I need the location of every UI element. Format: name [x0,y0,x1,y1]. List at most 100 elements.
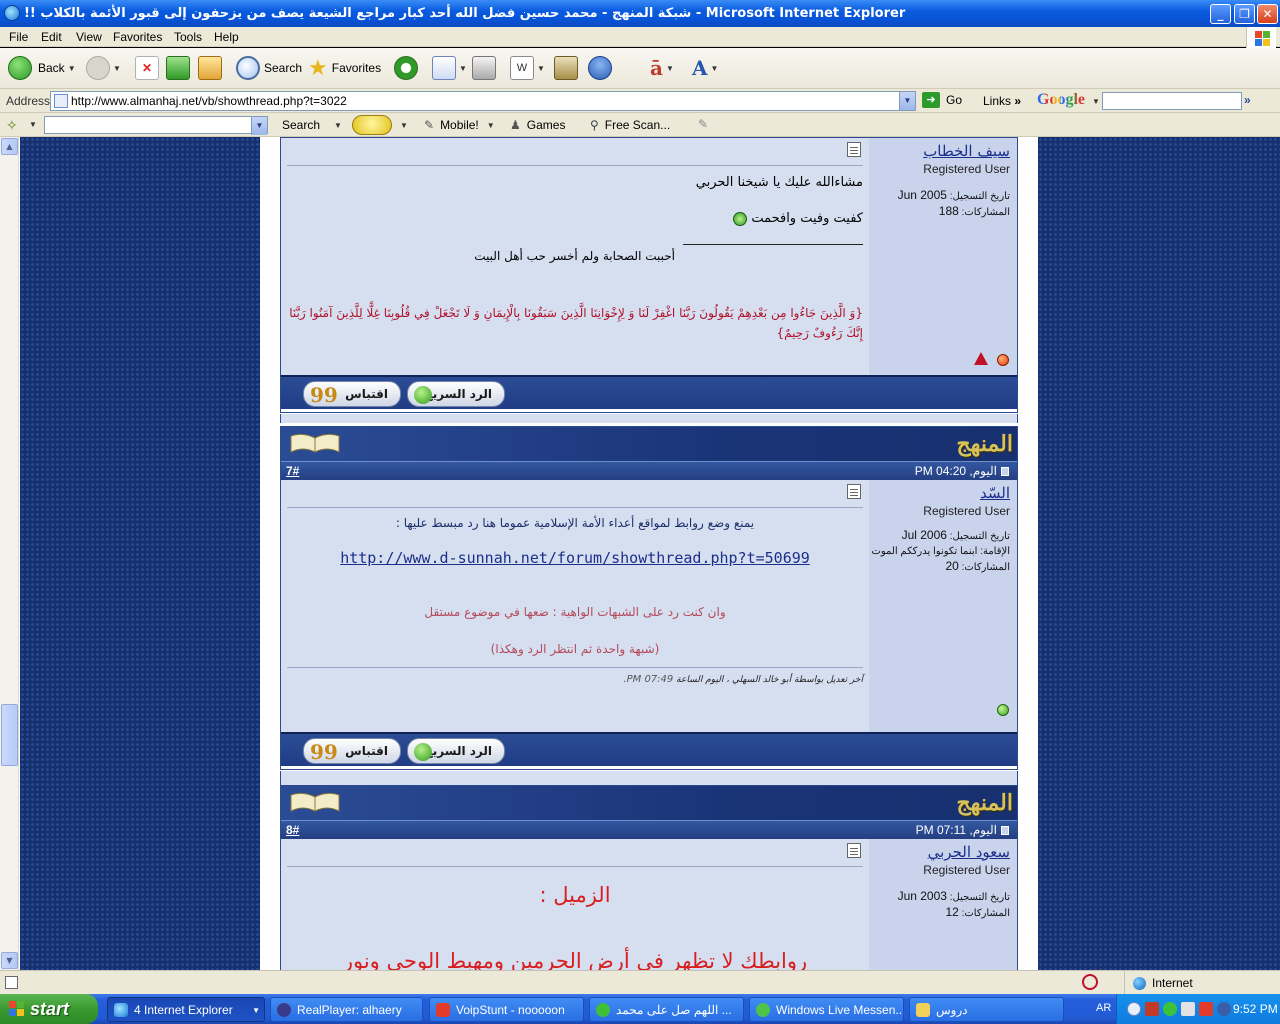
text-size-button[interactable]: A ▼ [692,54,718,82]
clock[interactable]: 9:52 PM [1233,1002,1278,1016]
tray-messenger-icon[interactable] [1163,1002,1177,1016]
messenger-icon [596,1003,610,1017]
scroll-down-arrow[interactable]: ▼ [1,952,18,969]
word-icon: W [510,56,534,80]
mobile-button[interactable]: ✎ Mobile! ▼ [424,118,495,132]
post-text: الزميل : [539,883,611,907]
chevron-down-icon[interactable]: ▼ [899,92,915,110]
tray-voipstunt-icon[interactable] [1199,1002,1213,1016]
post-number-link[interactable]: 7# [286,464,299,478]
quote-button[interactable]: اقتباس 99 [303,381,401,407]
links-button[interactable]: Links » [983,94,1021,108]
chevron-down-icon: ▼ [252,1006,260,1015]
toolbar-search-input[interactable]: ▼ [44,116,268,135]
report-post-icon[interactable] [974,352,988,365]
vertical-scrollbar[interactable]: ▲ ▼ [0,137,19,970]
post-icon [847,843,861,858]
forum-post: المنهج 8# اليوم, 07:11 PM الزميل : روابط… [280,785,1018,970]
forum-post: مشاءالله عليك يا شيخنا الحربي كفيت وفيت … [280,137,1018,413]
post-time: اليوم, 07:11 PM [916,823,1009,837]
menu-view[interactable]: View [76,30,102,44]
post-number-link[interactable]: 8# [286,823,299,837]
research-button[interactable] [554,54,578,82]
pen-icon: ✎ [424,118,435,132]
google-logo[interactable]: Google ▼ [1037,92,1100,110]
username-link[interactable]: سيف الخطاب [869,142,1010,160]
search-button[interactable]: Search [236,54,302,82]
menu-file[interactable]: File [9,30,28,44]
address-input[interactable]: http://www.almanhaj.net/vb/showthread.ph… [50,91,916,111]
quote-button[interactable]: اقتباس 99 [303,738,401,764]
minimize-button[interactable]: _ [1210,4,1231,24]
menu-help[interactable]: Help [214,30,239,44]
post-text: روابطك لا تظهر في أرض الحرمين ومهبط الوح… [342,949,808,970]
user-title: Registered User [923,504,1010,518]
scroll-thumb[interactable] [1,704,18,766]
taskbar-item-folder[interactable]: دروس [909,997,1064,1022]
taskbar: start 4 Internet Explorer ▼ RealPlayer: … [0,994,1280,1024]
close-button[interactable]: ✕ [1257,4,1278,24]
favorites-button[interactable]: ★ Favorites [308,54,381,82]
edit-button[interactable]: W ▼ [510,54,545,82]
forward-button[interactable]: ▼ [86,54,121,82]
ie-icon [114,1003,128,1017]
back-button[interactable]: Back ▼ [8,54,76,82]
username-link[interactable]: السّد [869,484,1010,502]
print-button[interactable] [472,54,496,82]
stop-button[interactable]: ✕ [135,54,159,82]
title-bar: !! شبكة المنهج - محمد حسين فضل الله أحد … [0,0,1280,27]
start-button[interactable]: start [0,994,98,1024]
quick-reply-button[interactable]: الرد السريع [407,738,505,764]
menu-tools[interactable]: Tools [174,30,202,44]
free-scan-button[interactable]: ⚲ Free Scan... [590,118,670,132]
language-indicator[interactable]: AR [1096,1002,1111,1014]
post-icon [847,142,861,157]
taskbar-item-realplayer[interactable]: RealPlayer: alhaery [270,997,423,1022]
scroll-up-arrow[interactable]: ▲ [1,138,18,155]
globe-icon [1133,976,1146,990]
taskbar-item-windows-live[interactable]: Windows Live Messen... [749,997,904,1022]
toolbar-search-button[interactable]: Search ▼ [282,118,342,132]
taskbar-item-voipstunt[interactable]: VoipStunt - nooooon [429,997,584,1022]
post-time: اليوم, 04:20 PM [915,464,1009,478]
username-link[interactable]: سعود الحربي [869,843,1010,861]
go-button[interactable]: ➜ Go [922,92,962,108]
google-search-input[interactable] [1102,92,1242,110]
chevron-down-icon[interactable]: ▼ [29,120,37,129]
printer-icon [472,56,496,80]
messenger-icon [588,56,612,80]
taskbar-item-messenger-chat[interactable]: اللهم صل على محمد ... [589,997,744,1022]
chevron-down-icon: ▼ [710,63,719,73]
menu-edit[interactable]: Edit [41,30,62,44]
maximize-button[interactable]: ❐ [1234,4,1255,24]
back-arrow-icon [8,56,32,80]
site-logo: المنهج [956,790,1013,816]
post-link[interactable]: http://www.d-sunnah.net/forum/showthread… [287,549,863,567]
post-header: المنهج [281,427,1017,462]
quick-reply-button[interactable]: الرد السريع [407,381,505,407]
tray-volume-icon[interactable] [1217,1002,1231,1016]
mail-button[interactable]: ▼ [432,54,467,82]
tray-network-icon[interactable] [1145,1002,1159,1016]
refresh-button[interactable] [166,54,190,82]
encoding-button[interactable]: ā ▼ [650,54,674,82]
toolbar-chevron[interactable]: » [1244,93,1251,107]
post-message: مشاءالله عليك يا شيخنا الحربي كفيت وفيت … [281,138,869,375]
messenger-button[interactable] [588,54,612,82]
taskbar-item-ie[interactable]: 4 Internet Explorer ▼ [107,997,265,1022]
site-logo: المنهج [956,431,1013,457]
history-button[interactable] [394,54,418,82]
toolbar-logo-icon[interactable]: ✧ [6,117,18,134]
tray-device-icon[interactable] [1181,1002,1195,1016]
highlighter-icon[interactable]: ✎ [698,117,708,131]
smiley-button[interactable]: ▼ [352,115,408,135]
privacy-icon[interactable] [1082,974,1098,990]
home-button[interactable] [198,54,222,82]
tray-arrow-icon[interactable] [1127,1002,1141,1016]
chevron-down-icon[interactable]: ▼ [251,117,267,135]
games-button[interactable]: ♟ Games [510,118,565,132]
refresh-icon [166,56,190,80]
menu-favorites[interactable]: Favorites [113,30,162,44]
quote-icon: 99 [310,740,338,764]
page-background-left [20,137,260,970]
